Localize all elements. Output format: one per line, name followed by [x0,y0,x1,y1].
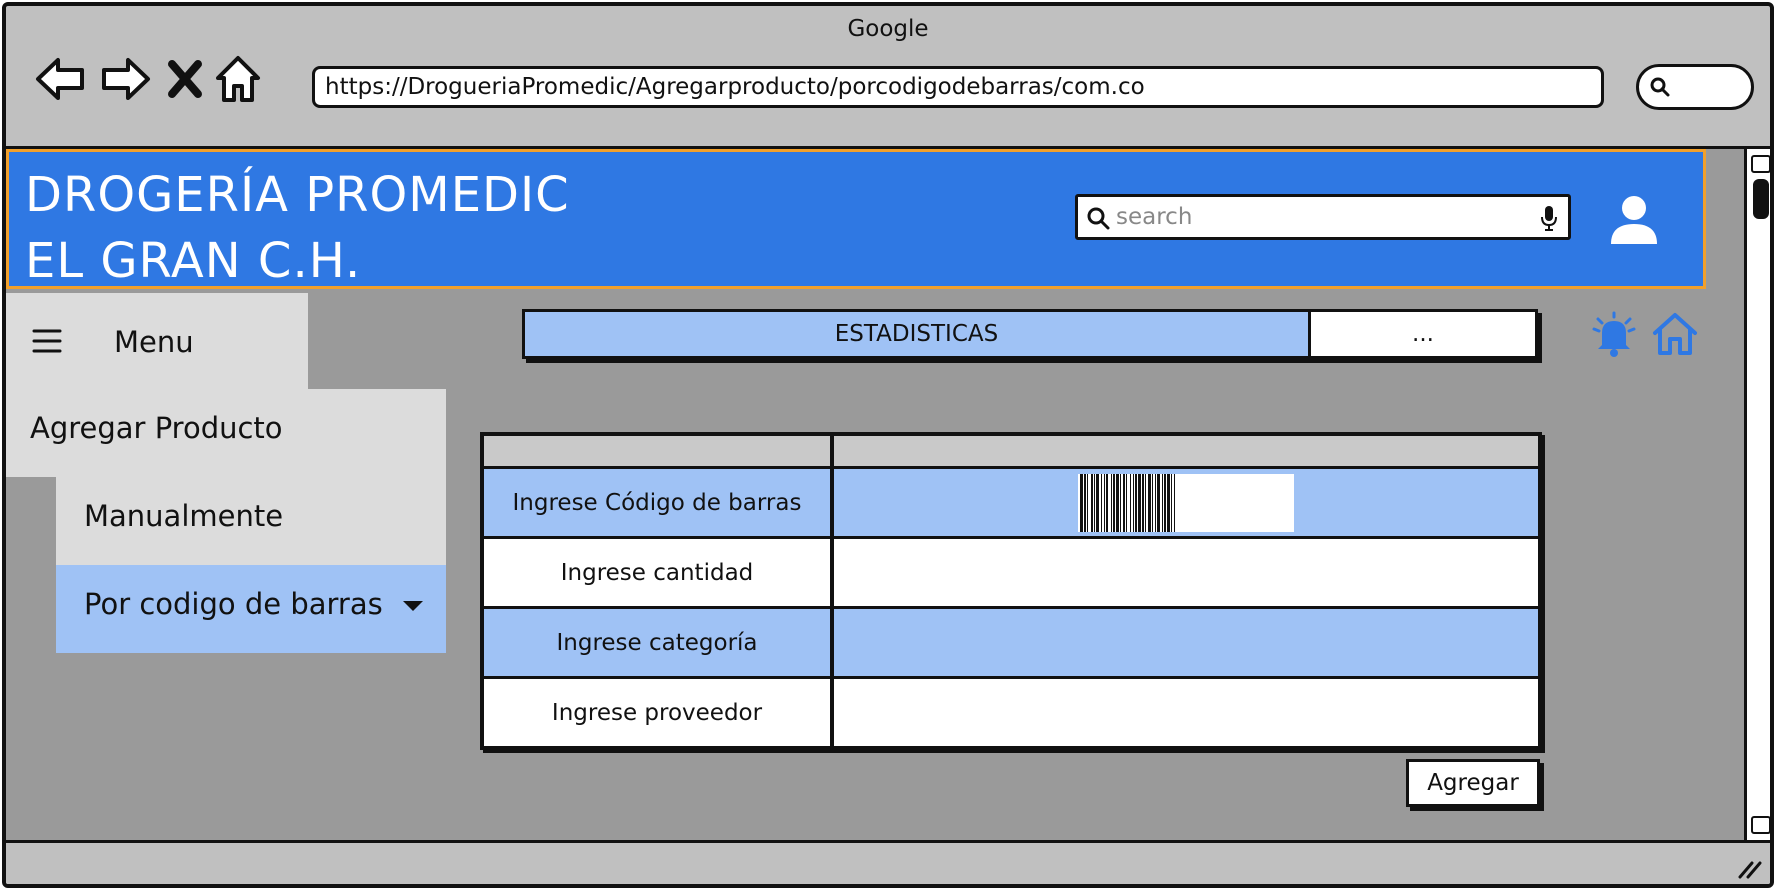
tab-more[interactable]: ... [1311,312,1535,356]
search-icon [1087,207,1110,230]
resize-grip-icon[interactable] [1736,853,1764,881]
sidebar-item-agregar-producto[interactable]: Agregar Producto [6,389,446,477]
site-brand: DROGERÍA PROMEDIC EL GRAN C.H. [25,162,570,294]
agregar-button[interactable]: Agregar [1406,759,1540,807]
scroll-down-icon[interactable] [1751,816,1770,834]
home-icon[interactable] [212,50,264,108]
menu-label: Menu [114,325,194,359]
sidebar-item-label: Manualmente [84,499,284,533]
header-search [1075,194,1571,240]
sidebar-item-label: Agregar Producto [30,411,283,445]
sidebar-item-manualmente[interactable]: Manualmente [56,477,446,565]
home-page-icon[interactable] [1650,309,1700,359]
vertical-scrollbar[interactable] [1744,146,1770,840]
quantity-field[interactable] [834,539,1538,606]
address-bar[interactable]: https://DrogueriaPromedic/Agregarproduct… [312,66,1604,108]
table-row: Ingrese cantidad [484,536,1538,606]
tab-bar: ESTADISTICAS ... [522,309,1538,359]
table-row: Ingrese proveedor [484,676,1538,746]
menu-button[interactable]: Menu [6,293,308,389]
page-viewport: DROGERÍA PROMEDIC EL GRAN C.H. Menu Agre… [6,146,1744,840]
table-row: Ingrese categoría [484,606,1538,676]
site-header: DROGERÍA PROMEDIC EL GRAN C.H. [6,149,1706,289]
hamburger-icon [32,329,62,353]
barcode-image [1078,473,1294,532]
sidebar-item-por-codigo-de-barras[interactable]: Por codigo de barras [56,565,446,653]
microphone-icon[interactable] [1540,205,1558,231]
tab-estadisticas[interactable]: ESTADISTICAS [525,312,1311,356]
table-row: Ingrese Código de barras [484,466,1538,536]
user-icon[interactable] [1607,192,1661,246]
browser-window: Google https://DrogueriaPromedic/Agregar… [2,2,1774,888]
browser-search-box[interactable] [1636,64,1754,110]
supplier-label: Ingrese proveedor [484,679,834,746]
forward-icon[interactable] [96,50,154,108]
product-form-table: Ingrese Código de barras Ingrese cantida… [480,432,1542,750]
brand-line-1: DROGERÍA PROMEDIC [25,167,570,223]
scroll-thumb[interactable] [1753,179,1769,219]
window-title: Google [847,16,929,42]
table-header-row [484,436,1538,466]
search-icon [1650,77,1670,97]
barcode-field[interactable] [834,469,1538,536]
barcode-stripe [1175,473,1177,532]
notification-bell-icon[interactable] [1590,311,1638,359]
caret-down-icon [402,601,423,611]
supplier-field[interactable] [834,679,1538,746]
sidebar-item-label: Por codigo de barras [84,587,383,621]
back-icon[interactable] [32,50,90,108]
quantity-label: Ingrese cantidad [484,539,834,606]
status-bar [6,840,1770,884]
category-field[interactable] [834,609,1538,676]
scroll-up-icon[interactable] [1751,155,1770,173]
brand-line-2: EL GRAN C.H. [25,233,362,289]
barcode-label: Ingrese Código de barras [484,469,834,536]
category-label: Ingrese categoría [484,609,834,676]
close-icon[interactable] [162,50,208,108]
search-input[interactable] [1116,201,1516,233]
